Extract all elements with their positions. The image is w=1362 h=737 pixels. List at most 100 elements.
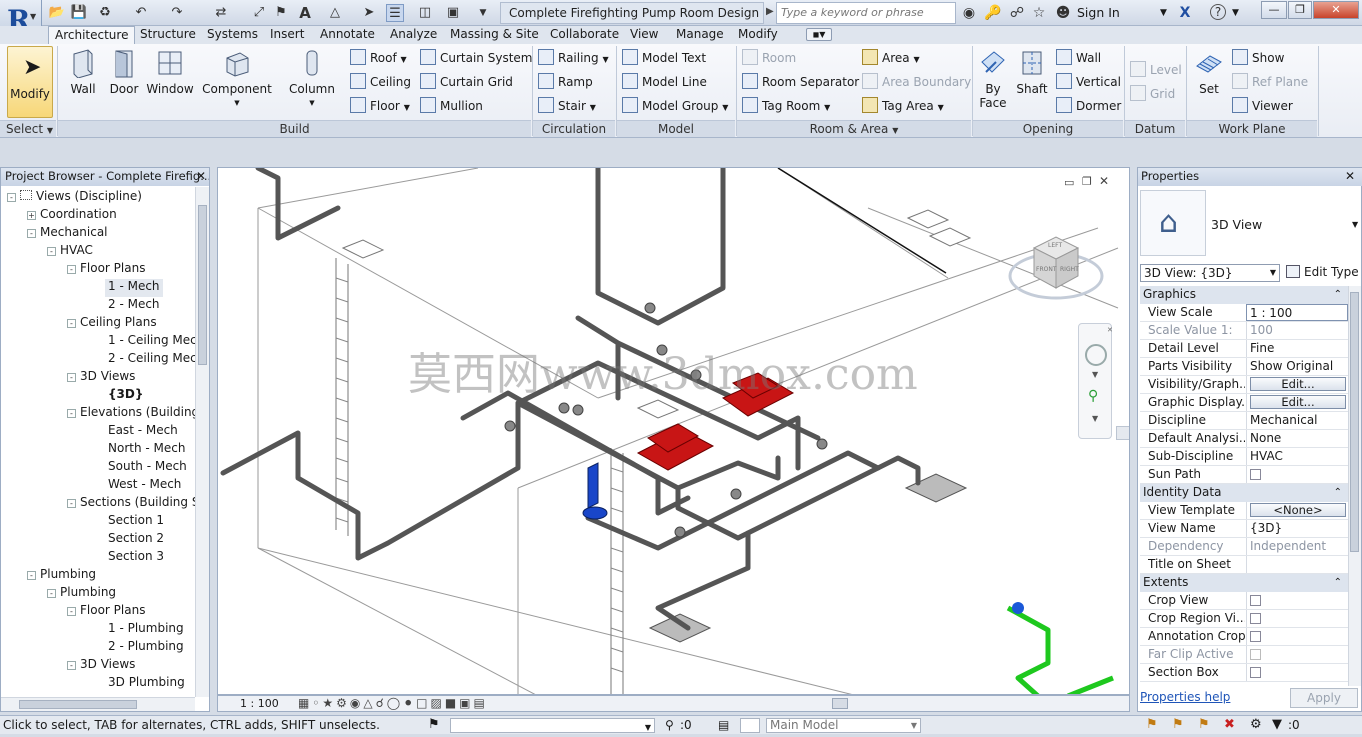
viewcube-top-label[interactable]: LEFT — [1048, 242, 1062, 249]
tab-view[interactable]: View — [624, 26, 664, 44]
dormer-button[interactable]: Dormer — [1056, 96, 1121, 116]
switch-windows-icon[interactable]: ▣ — [444, 4, 462, 22]
tree-toggle-icon[interactable]: + — [27, 211, 36, 220]
close-hidden-icon[interactable]: ◫ — [416, 4, 434, 22]
ref-plane-button[interactable]: Ref Plane — [1232, 72, 1308, 92]
viewcube-front-label[interactable]: FRONT — [1036, 266, 1057, 273]
tab-annotate[interactable]: Annotate — [314, 26, 381, 44]
communication-icon[interactable]: ☍ — [1008, 4, 1026, 22]
selection-filter-icon[interactable]: ▼ — [1272, 716, 1282, 734]
project-browser-hscrollbar[interactable] — [1, 697, 195, 711]
thin-lines-icon[interactable]: ☰ — [386, 4, 404, 22]
group-header-graphics[interactable]: Graphics ⌃ — [1140, 286, 1348, 304]
nav-bar-close-icon[interactable]: ✕ — [1107, 326, 1113, 334]
select-underlay-icon[interactable]: ⚑ — [1172, 716, 1184, 734]
tree-toggle-icon[interactable]: - — [67, 499, 76, 508]
property-value[interactable] — [1246, 556, 1348, 573]
favorites-star-icon[interactable]: ☆ — [1030, 4, 1048, 22]
worksets-icon[interactable]: ⚑ — [428, 716, 440, 734]
show-workplane-button[interactable]: Show — [1232, 48, 1284, 68]
project-browser-close-icon[interactable]: ✕ — [196, 169, 206, 183]
drag-elements-icon[interactable]: ⚙ — [1250, 716, 1262, 734]
annotation-crop-checkbox[interactable] — [1250, 631, 1261, 642]
railing-button[interactable]: Railing ▼ — [538, 48, 609, 68]
sign-in-link[interactable]: Sign In — [1077, 4, 1120, 22]
ceiling-button[interactable]: Ceiling — [350, 72, 411, 92]
sun-path-checkbox[interactable] — [1250, 469, 1261, 480]
tree-item[interactable]: - Sections (Building S — [67, 495, 195, 513]
project-browser-vscrollbar[interactable] — [195, 187, 209, 697]
tab-insert[interactable]: Insert — [264, 26, 310, 44]
steering-wheel-icon[interactable] — [1085, 344, 1107, 366]
tab-massing-site[interactable]: Massing & Site — [444, 26, 545, 44]
search-input[interactable]: Type a keyword or phrase — [776, 2, 956, 24]
door-button[interactable]: Door — [106, 48, 142, 96]
property-row[interactable]: Sub-Discipline HVAC — [1140, 448, 1348, 466]
tree-toggle-icon[interactable]: - — [47, 589, 56, 598]
property-value[interactable]: Show Original — [1246, 358, 1348, 375]
binoculars-icon[interactable]: ◉ — [960, 4, 978, 22]
modify-button[interactable]: ➤ Modify — [7, 46, 53, 118]
select-by-face-icon[interactable]: ✖ — [1224, 716, 1235, 734]
properties-vscrollbar[interactable] — [1348, 286, 1361, 686]
tree-toggle-icon[interactable]: - — [67, 607, 76, 616]
tree-item[interactable]: 2 - Mech — [108, 297, 160, 315]
horizontal-scroll-thumb[interactable] — [832, 698, 848, 709]
component-button[interactable]: Component ▼ — [202, 48, 272, 110]
tab-manage[interactable]: Manage — [670, 26, 730, 44]
edit-type-button[interactable]: Edit Type — [1286, 264, 1359, 280]
tree-item[interactable]: -3D Views — [67, 369, 135, 387]
tag-icon[interactable]: ⚑ — [272, 4, 290, 22]
panel-label-select[interactable]: Select ▼ — [0, 120, 56, 137]
property-row[interactable]: Discipline Mechanical — [1140, 412, 1348, 430]
measure-icon[interactable]: ⇄ — [212, 4, 230, 22]
tab-architecture[interactable]: Architecture — [48, 26, 136, 44]
tree-item[interactable]: - Views (Discipline) — [7, 189, 142, 207]
subscription-icon[interactable]: 🔑 — [984, 4, 1002, 22]
tree-item[interactable]: 1 - Ceiling Mecl — [108, 333, 195, 351]
scroll-thumb[interactable] — [1350, 292, 1359, 552]
editable-only-toggle[interactable] — [740, 718, 760, 733]
apply-button[interactable]: Apply — [1290, 688, 1358, 708]
properties-help-link[interactable]: Properties help — [1140, 690, 1230, 704]
zoom-region-icon[interactable]: ⚲ — [1088, 388, 1098, 404]
tree-toggle-icon[interactable]: - — [67, 661, 76, 670]
tree-item[interactable]: Section 2 — [108, 531, 164, 549]
design-options-icon[interactable]: ▤ — [718, 716, 729, 734]
tree-item[interactable]: East - Mech — [108, 423, 178, 441]
tree-item[interactable]: - Elevations (Building — [67, 405, 195, 423]
tree-item[interactable]: 3D Plumbing — [108, 675, 185, 693]
tree-toggle-icon[interactable]: - — [67, 409, 76, 418]
property-row[interactable]: Graphic Display... Edit... — [1140, 394, 1348, 412]
view-control-icons[interactable]: ▦◦★⚙◉△☌◯⚫□▨■▣▤ — [298, 696, 488, 711]
property-row[interactable]: View Scale 1 : 100 — [1140, 304, 1348, 322]
tab-systems[interactable]: Systems — [201, 26, 264, 44]
canvas-scroll-handle[interactable] — [1116, 426, 1129, 440]
undo-icon[interactable]: ↶ — [132, 4, 150, 22]
tree-item[interactable]: - Floor Plans — [67, 603, 145, 621]
visibility-edit-button[interactable]: Edit... — [1250, 377, 1346, 391]
group-header-extents[interactable]: Extents ⌃ — [1140, 574, 1348, 592]
dimension-icon[interactable]: ⤢ — [250, 4, 268, 22]
area-boundary-button[interactable]: Area Boundary — [862, 72, 971, 92]
view-minimize-icon[interactable]: ▭ — [1064, 176, 1074, 189]
tree-item[interactable]: -3D Views — [67, 657, 135, 675]
select-links-icon[interactable]: ⚑ — [1146, 716, 1158, 734]
tree-toggle-icon[interactable]: - — [7, 193, 16, 202]
chevron-right-icon[interactable]: ▶ — [766, 6, 774, 17]
property-value[interactable]: Fine — [1246, 340, 1348, 357]
tree-item[interactable]: - Mechanical — [27, 225, 108, 243]
tree-item[interactable]: West - Mech — [108, 477, 181, 495]
group-header-identity-data[interactable]: Identity Data ⌃ — [1140, 484, 1348, 502]
viewcube-right-label[interactable]: RIGHT — [1060, 266, 1079, 273]
tree-item[interactable]: 2 - Ceiling Mecl — [108, 351, 195, 369]
property-row[interactable]: Section Box — [1140, 664, 1348, 682]
restore-button[interactable]: ❐ — [1288, 1, 1312, 19]
tree-item[interactable]: - Floor Plans — [67, 261, 145, 279]
curtain-system-button[interactable]: Curtain System — [420, 48, 532, 68]
roof-button[interactable]: Roof ▼ — [350, 48, 407, 68]
text-icon[interactable]: A — [296, 4, 314, 22]
property-row[interactable]: Crop View — [1140, 592, 1348, 610]
tab-structure[interactable]: Structure — [134, 26, 202, 44]
stair-button[interactable]: Stair ▼ — [538, 96, 596, 116]
